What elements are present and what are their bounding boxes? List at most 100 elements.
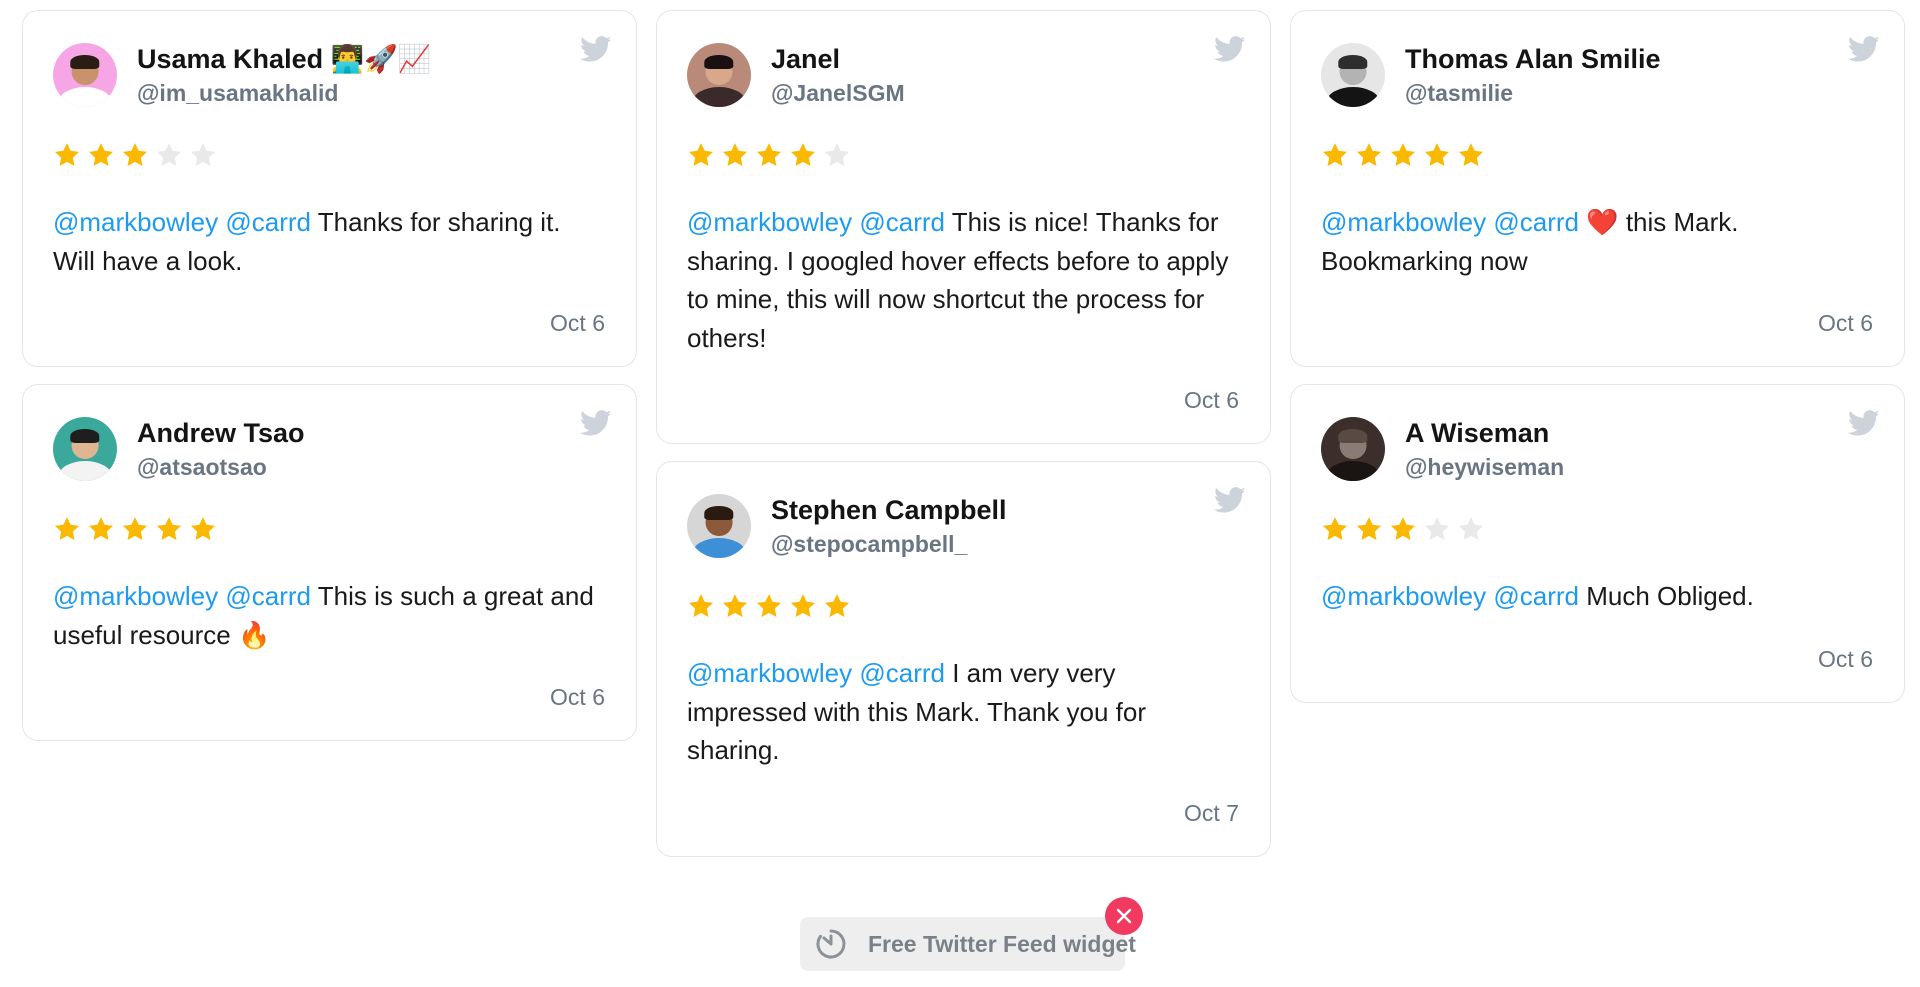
tweet-body: Much Obliged. bbox=[1586, 581, 1754, 611]
author-handle[interactable]: @tasmilie bbox=[1405, 78, 1661, 108]
author-name[interactable]: Andrew Tsao bbox=[137, 416, 305, 450]
twitter-bird-icon[interactable] bbox=[1848, 33, 1880, 65]
tweet-text: @markbowley @carrd I am very very impres… bbox=[687, 654, 1239, 770]
mention-link[interactable]: @carrd bbox=[225, 207, 311, 237]
author-identity: Usama Khaled 👨‍💻🚀📈 @im_usamakhalid bbox=[137, 42, 431, 108]
widget-logo-icon bbox=[814, 927, 848, 961]
twitter-bird-icon[interactable] bbox=[1848, 407, 1880, 439]
tweet-card[interactable]: Thomas Alan Smilie @tasmilie @markbowley @… bbox=[1290, 10, 1905, 367]
star-filled-icon bbox=[189, 515, 217, 543]
tweet-author: Usama Khaled 👨‍💻🚀📈 @im_usamakhalid bbox=[53, 43, 605, 107]
mention-link[interactable]: @carrd bbox=[1493, 207, 1579, 237]
feed-column: Thomas Alan Smilie @tasmilie @markbowley @… bbox=[1290, 10, 1905, 703]
twitter-bird-icon[interactable] bbox=[1214, 484, 1246, 516]
author-handle[interactable]: @atsaotsao bbox=[137, 452, 305, 482]
star-rating bbox=[53, 514, 605, 544]
tweet-text: @markbowley @carrd ❤️ this Mark. Bookmar… bbox=[1321, 203, 1873, 280]
author-identity: Stephen Campbell @stepocampbell_ bbox=[771, 493, 1007, 559]
close-icon bbox=[1115, 907, 1133, 925]
avatar[interactable] bbox=[53, 417, 117, 481]
tweet-text: @markbowley @carrd Thanks for sharing it… bbox=[53, 203, 605, 280]
twitter-bird-icon[interactable] bbox=[1214, 33, 1246, 65]
tweet-text: @markbowley @carrd This is such a great … bbox=[53, 577, 605, 654]
star-rating bbox=[1321, 514, 1873, 544]
tweet-author: Stephen Campbell @stepocampbell_ bbox=[687, 494, 1239, 558]
mention-link[interactable]: @carrd bbox=[1493, 581, 1579, 611]
mention-link[interactable]: @markbowley bbox=[53, 207, 218, 237]
close-button[interactable] bbox=[1105, 897, 1143, 935]
tweet-card[interactable]: Andrew Tsao @atsaotsao @markbowley @carrd … bbox=[22, 384, 637, 741]
star-filled-icon bbox=[87, 141, 115, 169]
author-handle[interactable]: @stepocampbell_ bbox=[771, 529, 1007, 559]
avatar[interactable] bbox=[687, 43, 751, 107]
star-filled-icon bbox=[1321, 515, 1349, 543]
twitter-bird-icon[interactable] bbox=[580, 407, 612, 439]
star-filled-icon bbox=[1423, 141, 1451, 169]
mention-link[interactable]: @markbowley bbox=[687, 658, 852, 688]
tweet-date[interactable]: Oct 6 bbox=[1321, 644, 1873, 674]
tweet-date[interactable]: Oct 6 bbox=[1321, 308, 1873, 338]
tweet-card[interactable]: Janel @JanelSGM @markbowley @carrd This is… bbox=[656, 10, 1271, 444]
tweet-date[interactable]: Oct 7 bbox=[687, 798, 1239, 828]
tweet-author: A Wiseman @heywiseman bbox=[1321, 417, 1873, 481]
mention-link[interactable]: @carrd bbox=[225, 581, 311, 611]
author-handle[interactable]: @heywiseman bbox=[1405, 452, 1564, 482]
star-filled-icon bbox=[1389, 141, 1417, 169]
mention-link[interactable]: @markbowley bbox=[1321, 207, 1486, 237]
star-filled-icon bbox=[53, 515, 81, 543]
author-identity: Andrew Tsao @atsaotsao bbox=[137, 416, 305, 482]
mention-link[interactable]: @markbowley bbox=[53, 581, 218, 611]
twitter-bird-icon[interactable] bbox=[580, 33, 612, 65]
star-filled-icon bbox=[687, 592, 715, 620]
author-name[interactable]: Usama Khaled 👨‍💻🚀📈 bbox=[137, 42, 431, 76]
mention-link[interactable]: @markbowley bbox=[1321, 581, 1486, 611]
star-filled-icon bbox=[87, 515, 115, 543]
star-rating bbox=[53, 140, 605, 170]
author-handle[interactable]: @im_usamakhalid bbox=[137, 78, 431, 108]
star-filled-icon bbox=[1355, 141, 1383, 169]
star-filled-icon bbox=[1389, 515, 1417, 543]
tweet-card[interactable]: A Wiseman @heywiseman @markbowley @carrd M… bbox=[1290, 384, 1905, 703]
tweet-author: Andrew Tsao @atsaotsao bbox=[53, 417, 605, 481]
author-handle[interactable]: @JanelSGM bbox=[771, 78, 905, 108]
author-name[interactable]: Janel bbox=[771, 42, 905, 76]
tweet-date[interactable]: Oct 6 bbox=[687, 385, 1239, 415]
tweet-author: Thomas Alan Smilie @tasmilie bbox=[1321, 43, 1873, 107]
avatar[interactable] bbox=[1321, 417, 1385, 481]
mention-link[interactable]: @carrd bbox=[859, 207, 945, 237]
star-filled-icon bbox=[789, 592, 817, 620]
author-identity: Thomas Alan Smilie @tasmilie bbox=[1405, 42, 1661, 108]
star-empty-icon bbox=[1457, 515, 1485, 543]
tweet-date[interactable]: Oct 6 bbox=[53, 682, 605, 712]
star-empty-icon bbox=[155, 141, 183, 169]
tweet-text: @markbowley @carrd Much Obliged. bbox=[1321, 577, 1873, 616]
star-filled-icon bbox=[1355, 515, 1383, 543]
author-name[interactable]: Thomas Alan Smilie bbox=[1405, 42, 1661, 76]
powered-by-badge[interactable]: Free Twitter Feed widget bbox=[800, 917, 1136, 971]
star-empty-icon bbox=[823, 141, 851, 169]
star-filled-icon bbox=[155, 515, 183, 543]
star-filled-icon bbox=[755, 592, 783, 620]
author-name[interactable]: Stephen Campbell bbox=[771, 493, 1007, 527]
author-identity: Janel @JanelSGM bbox=[771, 42, 905, 108]
mention-link[interactable]: @carrd bbox=[859, 658, 945, 688]
avatar[interactable] bbox=[1321, 43, 1385, 107]
star-filled-icon bbox=[1321, 141, 1349, 169]
star-filled-icon bbox=[755, 141, 783, 169]
star-filled-icon bbox=[1457, 141, 1485, 169]
star-empty-icon bbox=[189, 141, 217, 169]
star-rating bbox=[687, 591, 1239, 621]
tweet-text: @markbowley @carrd This is nice! Thanks … bbox=[687, 203, 1239, 357]
star-filled-icon bbox=[687, 141, 715, 169]
star-filled-icon bbox=[121, 141, 149, 169]
tweet-card[interactable]: Stephen Campbell @stepocampbell_ @markbowl… bbox=[656, 461, 1271, 857]
avatar[interactable] bbox=[53, 43, 117, 107]
star-empty-icon bbox=[1423, 515, 1451, 543]
tweet-card[interactable]: Usama Khaled 👨‍💻🚀📈 @im_usamakhalid @markbo… bbox=[22, 10, 637, 367]
tweet-date[interactable]: Oct 6 bbox=[53, 308, 605, 338]
avatar[interactable] bbox=[687, 494, 751, 558]
feed-column: Usama Khaled 👨‍💻🚀📈 @im_usamakhalid @markbo… bbox=[22, 10, 637, 741]
author-name[interactable]: A Wiseman bbox=[1405, 416, 1564, 450]
mention-link[interactable]: @markbowley bbox=[687, 207, 852, 237]
star-filled-icon bbox=[721, 141, 749, 169]
